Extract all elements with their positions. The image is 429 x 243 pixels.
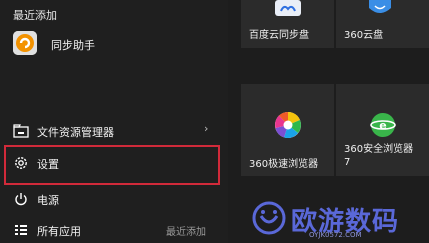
tile-360-chrome[interactable]: 360极速浏览器 [241,84,334,176]
tile-label: 360极速浏览器 [249,159,319,170]
settings-highlight-box [4,145,220,185]
360-cloud-icon [366,0,394,20]
power-item[interactable]: 电源 [0,186,228,212]
recent-item-tongbu[interactable]: 同步助手 [0,28,228,60]
tile-label-line1: 360安全浏览器 [344,144,414,155]
svg-text:e: e [379,119,386,132]
tile-label: 百度云同步盘 [249,30,309,41]
chevron-right-icon[interactable]: › [204,122,208,135]
watermark-logo-icon [251,200,287,240]
baidu-cloud-icon [275,0,301,20]
watermark: 欧游数码 OYJK0572.COM [247,196,429,243]
power-label: 电源 [37,194,59,207]
360-chrome-icon [274,111,302,143]
file-explorer-icon [13,123,29,139]
all-apps-icon [13,222,29,238]
power-icon [13,191,29,207]
tile-360-cloud[interactable]: 360云盘 [336,0,429,48]
tile-label-line2: 7 [344,157,351,168]
all-apps-item[interactable]: 所有应用 最近添加 [0,217,228,243]
start-menu-left-pane: 最近添加 同步助手 文件资源管理器 › 设置 电源 所有应用 最近添加 [0,0,228,243]
tile-360-safe-browser[interactable]: e 360安全浏览器 7 [336,84,429,176]
recent-header: 最近添加 [13,9,57,22]
all-apps-label: 所有应用 [37,225,81,238]
watermark-url: OYJK0572.COM [309,231,362,239]
tongbu-app-icon [13,31,37,55]
tile-label: 360云盘 [344,30,384,41]
recent-item-label: 同步助手 [51,39,95,52]
file-explorer-item[interactable]: 文件资源管理器 › [0,118,228,144]
file-explorer-label: 文件资源管理器 [37,126,114,139]
recently-added-hint: 最近添加 [166,227,206,238]
360-safe-browser-icon: e [370,112,396,142]
tile-baidu-cloud[interactable]: 百度云同步盘 [241,0,334,48]
